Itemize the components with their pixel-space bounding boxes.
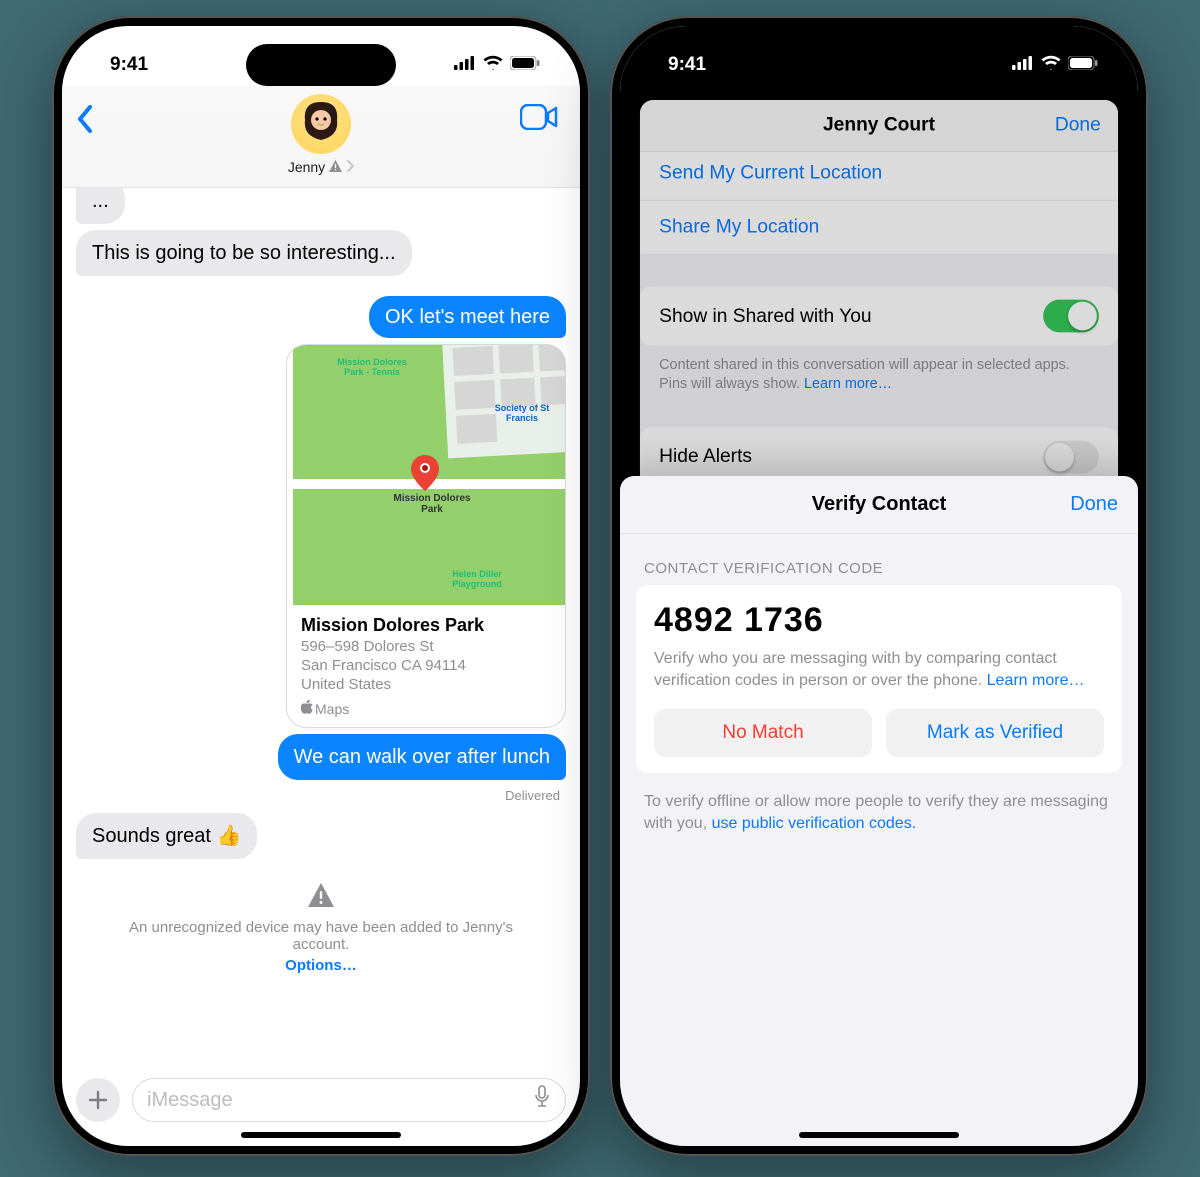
delivered-label: Delivered: [505, 788, 560, 803]
verify-contact-sheet: Verify Contact Done CONTACT VERIFICATION…: [620, 476, 1138, 1146]
status-indicators: [454, 54, 540, 76]
location-title: Mission Dolores Park: [301, 615, 551, 636]
map-poi: Mission Dolores Park - Tennis: [327, 357, 417, 377]
contact-name: Jenny: [288, 159, 325, 175]
iphone-left: 9:41: [52, 16, 590, 1156]
location-address: 596–598 Dolores St San Francisco CA 9411…: [301, 638, 551, 694]
verification-code: 4892 1736: [654, 601, 1104, 640]
sheet-header: Verify Contact Done: [620, 476, 1138, 534]
message-text: We can walk over after lunch: [294, 746, 550, 768]
map-poi: Helen Diller Playground: [437, 569, 517, 589]
cellular-icon: [454, 54, 476, 76]
message-outgoing[interactable]: OK let's meet here: [369, 296, 566, 338]
wifi-icon: [1040, 54, 1062, 76]
warning-options-link[interactable]: Options…: [285, 957, 357, 974]
status-time: 9:41: [668, 54, 706, 76]
map-pin-label: Mission Dolores Park: [387, 493, 477, 515]
message-text: OK let's meet here: [385, 306, 550, 328]
location-app: Maps: [301, 700, 551, 717]
map-poi: Society of St Francis: [487, 403, 557, 423]
iphone-right: 9:41 Jenny Court Done: [610, 16, 1148, 1156]
cellular-icon: [1012, 54, 1034, 76]
location-attachment[interactable]: Mission Dolores Park - Tennis Society of…: [286, 344, 566, 728]
compose-bar: iMessage: [76, 1078, 566, 1122]
message-incoming: ...: [76, 188, 125, 224]
offline-verify-note: To verify offline or allow more people t…: [620, 773, 1138, 834]
wifi-icon: [482, 54, 504, 76]
status-indicators: [1012, 54, 1098, 76]
no-match-button[interactable]: No Match: [654, 709, 872, 757]
sheet-title: Verify Contact: [812, 493, 946, 516]
section-label: CONTACT VERIFICATION CODE: [620, 534, 1138, 585]
dynamic-island: [246, 44, 396, 86]
chevron-right-icon: [346, 160, 354, 175]
message-text: Sounds great 👍: [92, 825, 241, 847]
message-outgoing[interactable]: We can walk over after lunch: [278, 734, 566, 780]
message-incoming[interactable]: This is going to be so interesting...: [76, 230, 412, 276]
message-thread[interactable]: ... This is going to be so interesting..…: [62, 188, 580, 1020]
verification-description: Verify who you are messaging with by com…: [654, 648, 1104, 691]
done-button[interactable]: Done: [1070, 493, 1118, 516]
attach-button[interactable]: [76, 1078, 120, 1122]
map-thumbnail: Mission Dolores Park - Tennis Society of…: [287, 345, 565, 605]
learn-more-link[interactable]: Learn more…: [987, 672, 1085, 689]
home-indicator[interactable]: [241, 1132, 401, 1138]
message-input[interactable]: iMessage: [132, 1078, 566, 1122]
verification-code-card: 4892 1736 Verify who you are messaging w…: [636, 585, 1122, 773]
warning-text: An unrecognized device may have been add…: [100, 919, 542, 953]
placeholder: iMessage: [147, 1089, 233, 1112]
warning-badge-icon: [329, 160, 342, 175]
contact-avatar: [291, 94, 351, 154]
map-pin-icon: [411, 455, 439, 496]
message-text: This is going to be so interesting...: [92, 242, 396, 264]
dynamic-island: [804, 44, 954, 86]
battery-icon: [1068, 54, 1098, 76]
facetime-button[interactable]: [520, 104, 558, 135]
mark-verified-button[interactable]: Mark as Verified: [886, 709, 1104, 757]
security-warning: An unrecognized device may have been add…: [76, 883, 566, 974]
home-indicator[interactable]: [799, 1132, 959, 1138]
apple-logo-icon: [301, 700, 313, 717]
public-codes-link[interactable]: use public verification codes.: [712, 815, 917, 832]
battery-icon: [510, 54, 540, 76]
warning-triangle-icon: [100, 883, 542, 913]
back-button[interactable]: [76, 104, 94, 139]
conversation-header: Jenny: [62, 86, 580, 188]
contact-avatar-button[interactable]: Jenny: [78, 92, 564, 175]
dictate-icon[interactable]: [533, 1085, 551, 1115]
status-time: 9:41: [110, 54, 148, 76]
message-incoming[interactable]: Sounds great 👍: [76, 813, 257, 859]
